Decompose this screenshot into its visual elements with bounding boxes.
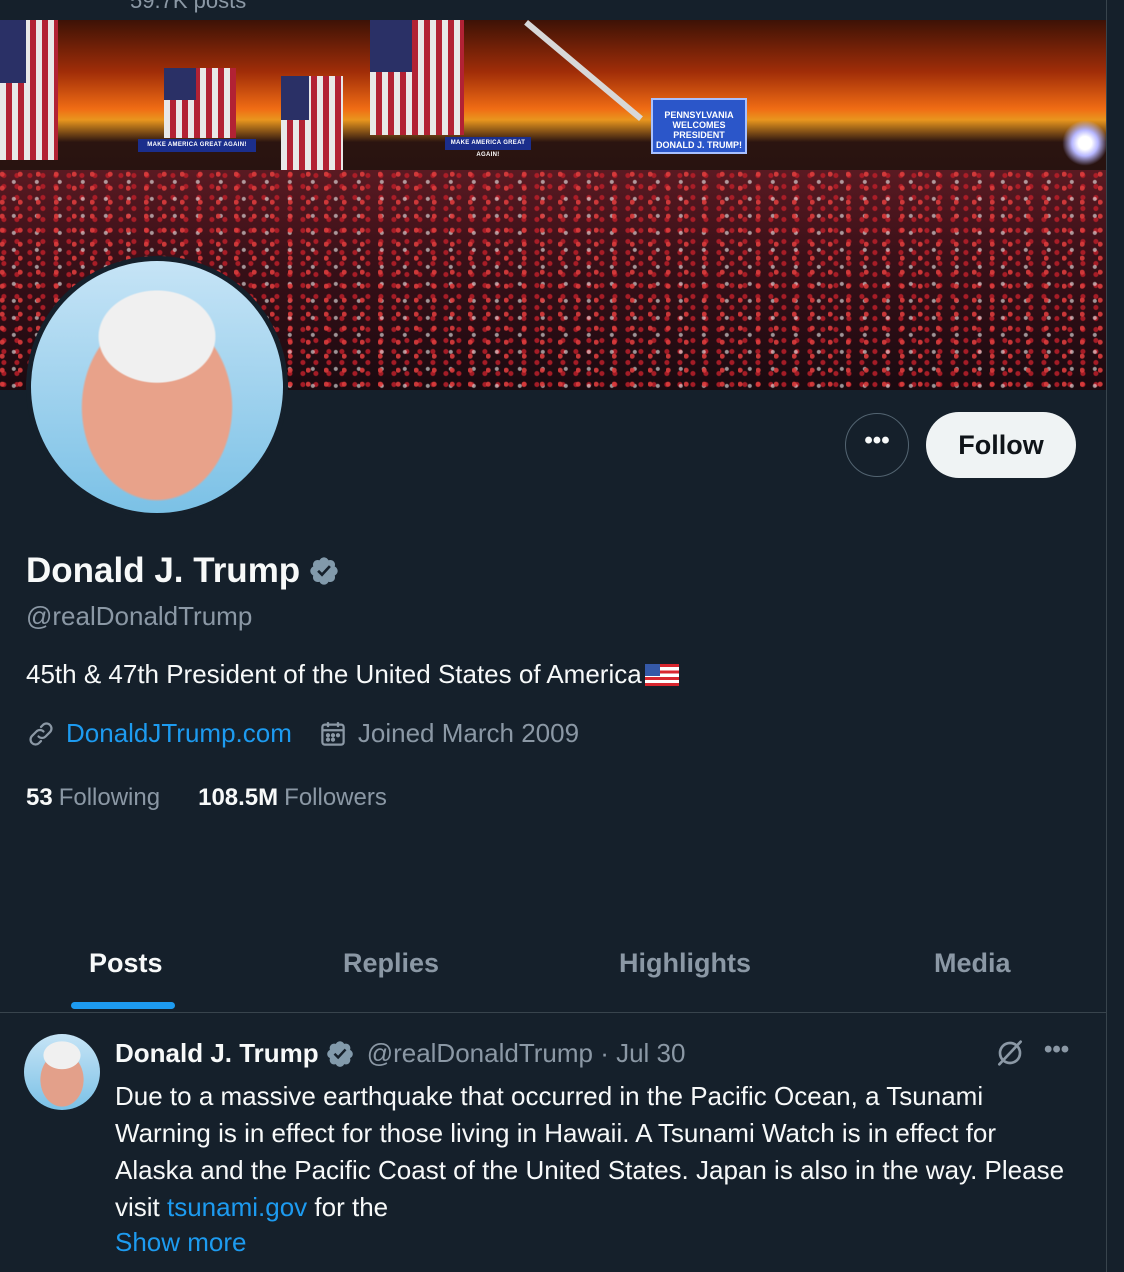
avatar-image [31,261,283,513]
following-link[interactable]: 53 Following [26,784,160,812]
more-options-button[interactable]: ••• [845,413,909,477]
profile-tabs: Posts Replies Highlights Media [0,920,1106,1013]
post-text-part: for the [307,1192,389,1222]
verified-badge-icon[interactable] [325,1039,355,1069]
stage-light [1062,120,1106,166]
banner-sign-left: MAKE AMERICA GREAT AGAIN! [138,139,256,152]
banner-flag [281,76,343,174]
follow-button[interactable]: Follow [926,412,1076,478]
banner-flag [0,20,58,160]
followers-label: Followers [284,784,387,811]
tab-posts[interactable]: Posts [89,948,163,979]
profile-meta: DonaldJTrump.com Joined March 2009 [26,718,579,749]
banner-flag [370,20,464,135]
active-tab-indicator [71,1002,175,1009]
banner-crane [524,20,643,122]
tab-highlights[interactable]: Highlights [619,948,751,979]
bio-text: 45th & 47th President of the United Stat… [26,659,642,689]
sign-line: PENNSYLVANIA [664,110,734,120]
post-header: Donald J. Trump @realDonaldTrump · Jul 3… [115,1038,685,1069]
calendar-icon [321,721,345,746]
grok-icon[interactable] [994,1037,1026,1069]
website-link[interactable]: DonaldJTrump.com [66,718,292,749]
banner-welcome-sign: PENNSYLVANIA WELCOMES PRESIDENT DONALD J… [651,98,747,154]
profile-name: Donald J. Trump [26,551,301,590]
following-count: 53 [26,784,53,811]
show-more-link[interactable]: Show more [115,1227,247,1258]
profile-avatar[interactable] [26,256,288,518]
profile-bio: 45th & 47th President of the United Stat… [26,659,679,690]
tab-media[interactable]: Media [934,948,1011,979]
verified-badge-icon[interactable] [308,555,340,587]
post-link[interactable]: tsunami.gov [167,1192,307,1222]
link-icon [29,721,53,746]
tab-replies[interactable]: Replies [343,948,439,979]
following-label: Following [58,784,161,811]
banner-flag [164,68,236,138]
post-avatar[interactable] [24,1034,100,1110]
post-more-button[interactable]: ••• [1044,1036,1069,1064]
sign-line: PRESIDENT [673,130,725,140]
post-author-name[interactable]: Donald J. Trump [115,1038,319,1069]
post-handle-date[interactable]: @realDonaldTrump · Jul 30 [367,1038,686,1069]
followers-count: 108.5M [198,784,279,811]
profile-name-row: Donald J. Trump [26,551,340,591]
us-flag-icon [644,663,679,686]
followers-link[interactable]: 108.5M Followers [198,784,387,812]
joined-date: Joined March 2009 [357,718,580,748]
sign-line: DONALD J. TRUMP! [656,140,742,150]
sign-line: WELCOMES [672,120,726,130]
profile-stats: 53 Following 108.5M Followers [26,784,387,812]
banner-sign-center: MAKE AMERICA GREAT AGAIN! [445,137,531,158]
post-text: Due to a massive earthquake that occurre… [115,1078,1075,1226]
column-divider [1106,0,1107,1272]
posts-count: 59.7K posts [130,0,247,13]
profile-handle: @realDonaldTrump [26,601,253,631]
